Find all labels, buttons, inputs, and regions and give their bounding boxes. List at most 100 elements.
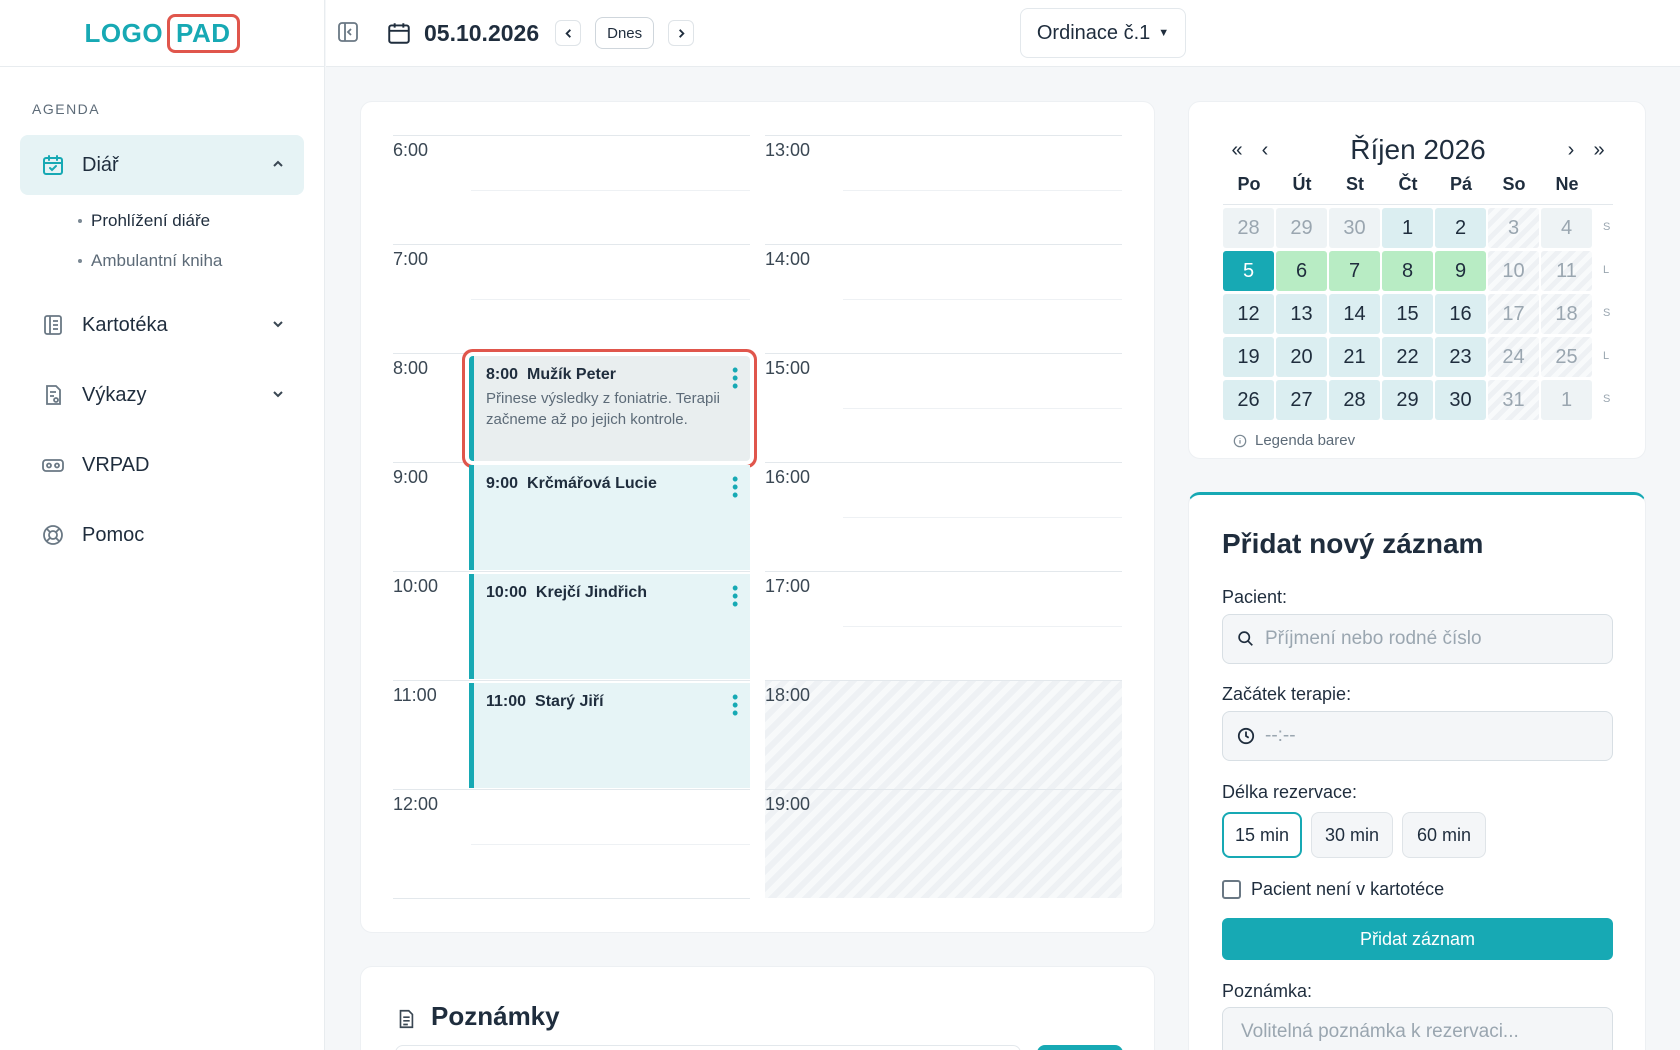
color-legend-link[interactable]: Legenda barev xyxy=(1233,432,1355,449)
appointment-stary-jiri[interactable]: 11:00 Starý Jiří • • • xyxy=(469,683,750,788)
section-label-agenda: AGENDA xyxy=(32,101,101,117)
prev-year-button[interactable]: « xyxy=(1223,139,1251,162)
calendar-month-title: Říjen 2026 xyxy=(1350,134,1486,165)
calendar-day[interactable]: 1 xyxy=(1382,208,1433,248)
more-options-icon[interactable]: • • • xyxy=(732,579,738,613)
sidebar-collapse-icon[interactable] xyxy=(336,20,362,46)
calendar-day[interactable]: 26 xyxy=(1223,380,1274,420)
sidebar-item-kartoteka[interactable]: Kartotéka xyxy=(20,295,304,355)
prev-day-button[interactable] xyxy=(555,20,582,46)
add-record-button[interactable]: Přidat záznam xyxy=(1222,918,1613,960)
hour-label: 8:00 xyxy=(393,358,429,378)
appointment-header: 10:00 Krejčí Jindřich xyxy=(486,584,738,602)
calendar-day[interactable]: 5 xyxy=(1223,251,1274,291)
start-label: Začátek terapie: xyxy=(1222,684,1352,704)
calendar-day[interactable]: 30 xyxy=(1329,208,1380,248)
calendar-day[interactable]: 17 xyxy=(1488,294,1539,334)
sub-item-prohlizeni-diare[interactable]: Prohlížení diáře xyxy=(78,201,324,241)
sub-item-ambulantni-kniha[interactable]: Ambulantní kniha xyxy=(78,241,324,281)
start-time-placeholder: --:-- xyxy=(1265,725,1296,746)
calendar-day[interactable]: 14 xyxy=(1329,294,1380,334)
more-options-icon[interactable]: • • • xyxy=(732,361,738,395)
calendar-day[interactable]: 18 xyxy=(1541,294,1592,334)
weekday-header: St xyxy=(1346,174,1364,194)
calendar-day[interactable]: 29 xyxy=(1382,380,1433,420)
calendar-day[interactable]: 27 xyxy=(1276,380,1327,420)
notes-input[interactable] xyxy=(395,1045,1021,1050)
chevron-down-icon[interactable] xyxy=(272,387,284,403)
duration-60-button[interactable]: 60 min xyxy=(1402,812,1486,858)
calendar-day[interactable]: 30 xyxy=(1435,380,1486,420)
sidebar-item-vykazy[interactable]: Výkazy xyxy=(20,365,304,425)
calendar-day[interactable]: 22 xyxy=(1382,337,1433,377)
current-date[interactable]: 05.10.2026 xyxy=(424,20,539,47)
calendar-day[interactable]: 1 xyxy=(1541,380,1592,420)
appointment-note: Přinese výsledky z foniatrie. Terapii za… xyxy=(486,390,720,428)
calendar-day[interactable]: 16 xyxy=(1435,294,1486,334)
calendar-day[interactable]: 6 xyxy=(1276,251,1327,291)
calendar-day[interactable]: 11 xyxy=(1541,251,1592,291)
calendar-day[interactable]: 8 xyxy=(1382,251,1433,291)
appointment-mužík-peter[interactable]: 8:00 Mužík Peter Přinese výsledky z foni… xyxy=(469,356,750,461)
calendar-day[interactable]: 7 xyxy=(1329,251,1380,291)
chevron-up-icon[interactable] xyxy=(272,157,284,173)
appointment-krcmarova-lucie[interactable]: 9:00 Krčmářová Lucie • • • xyxy=(469,465,750,570)
calendar-day[interactable]: 21 xyxy=(1329,337,1380,377)
half-hour-line xyxy=(843,626,1122,627)
calendar-day[interactable]: 20 xyxy=(1276,337,1327,377)
form-title: Přidat nový záznam xyxy=(1222,528,1484,559)
calendar-day[interactable]: 12 xyxy=(1223,294,1274,334)
office-select[interactable]: Ordinace č.1 ▼ xyxy=(1020,8,1186,58)
week-shift-label: L xyxy=(1603,264,1610,276)
hour-label: 6:00 xyxy=(393,140,429,160)
calendar-day[interactable]: 25 xyxy=(1541,337,1592,377)
today-button[interactable]: Dnes xyxy=(595,17,655,49)
hour-line xyxy=(393,571,750,572)
calendar-day[interactable]: 13 xyxy=(1276,294,1327,334)
calendar-day[interactable]: 9 xyxy=(1435,251,1486,291)
start-time-input[interactable]: --:-- xyxy=(1222,711,1613,761)
appointment-krejci-jindrich[interactable]: 10:00 Krejčí Jindřich • • • xyxy=(469,574,750,679)
hour-line xyxy=(393,898,750,899)
notes-save-button[interactable] xyxy=(1037,1045,1123,1050)
calendar-day[interactable]: 31 xyxy=(1488,380,1539,420)
sidebar-item-pomoc[interactable]: Pomoc xyxy=(20,505,304,565)
duration-30-button[interactable]: 30 min xyxy=(1311,812,1393,858)
sidebar-item-diar[interactable]: Diář xyxy=(20,135,304,195)
appointment-patient: Krčmářová Lucie xyxy=(527,475,657,492)
calendar-day[interactable]: 23 xyxy=(1435,337,1486,377)
duration-15-button[interactable]: 15 min xyxy=(1222,812,1302,858)
calendar-day[interactable]: 15 xyxy=(1382,294,1433,334)
calendar-day[interactable]: 29 xyxy=(1276,208,1327,248)
calendar-day[interactable]: 28 xyxy=(1329,380,1380,420)
calendar-day[interactable]: 24 xyxy=(1488,337,1539,377)
calendar-day[interactable]: 4 xyxy=(1541,208,1592,248)
next-year-button[interactable]: » xyxy=(1585,139,1613,162)
calendar-day[interactable]: 28 xyxy=(1223,208,1274,248)
chevron-down-icon[interactable] xyxy=(272,317,284,333)
more-options-icon[interactable]: • • • xyxy=(732,688,738,722)
calendar-day[interactable]: 2 xyxy=(1435,208,1486,248)
hour-label: 17:00 xyxy=(765,576,811,596)
patient-search-input[interactable]: Příjmení nebo rodné číslo xyxy=(1222,614,1613,664)
sidebar-item-label: Kartotéka xyxy=(82,313,168,336)
next-day-button[interactable] xyxy=(668,20,695,46)
add-record-form: Přidat nový záznam Pacient: Příjmení neb… xyxy=(1188,492,1646,1050)
calendar-day[interactable]: 19 xyxy=(1223,337,1274,377)
appointment-patient: Mužík Peter xyxy=(527,366,616,383)
calendar-day[interactable]: 3 xyxy=(1488,208,1539,248)
appointment-header: 8:00 Mužík Peter xyxy=(486,366,738,384)
note-input[interactable]: Volitelná poznámka k rezervaci... xyxy=(1222,1007,1613,1050)
logo[interactable]: LOGO PAD xyxy=(84,13,240,53)
hour-label: 11:00 xyxy=(393,685,437,705)
half-hour-line xyxy=(843,190,1122,191)
caret-down-icon: ▼ xyxy=(1158,27,1170,39)
next-month-button[interactable]: › xyxy=(1557,139,1585,162)
calendar-divider xyxy=(1223,204,1613,205)
not-in-file-checkbox[interactable] xyxy=(1222,880,1241,899)
more-options-icon[interactable]: • • • xyxy=(732,470,738,504)
hour-line xyxy=(765,789,1122,790)
sidebar-item-vrpad[interactable]: VRPAD xyxy=(20,435,304,495)
prev-month-button[interactable]: ‹ xyxy=(1251,139,1279,162)
calendar-day[interactable]: 10 xyxy=(1488,251,1539,291)
